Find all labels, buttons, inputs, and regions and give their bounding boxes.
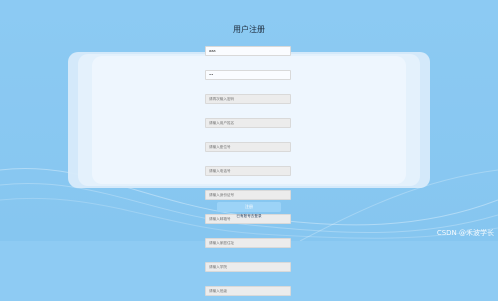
phone-field[interactable] [205, 166, 291, 176]
username-field[interactable] [205, 46, 291, 56]
class-field[interactable] [205, 286, 291, 296]
address-field[interactable] [205, 238, 291, 248]
register-form [205, 37, 293, 301]
page-title: 用户注册 [233, 25, 265, 34]
id-card-field[interactable] [205, 190, 291, 200]
college-field[interactable] [205, 262, 291, 272]
password-field[interactable] [205, 70, 291, 80]
confirm-password-field[interactable] [205, 94, 291, 104]
name-field[interactable] [205, 118, 291, 128]
login-link[interactable]: 已有账号去登录 [217, 214, 281, 219]
watermark: CSDN @禾波学长 [436, 229, 494, 237]
seat-number-field[interactable] [205, 142, 291, 152]
register-button[interactable]: 注册 [217, 202, 281, 212]
